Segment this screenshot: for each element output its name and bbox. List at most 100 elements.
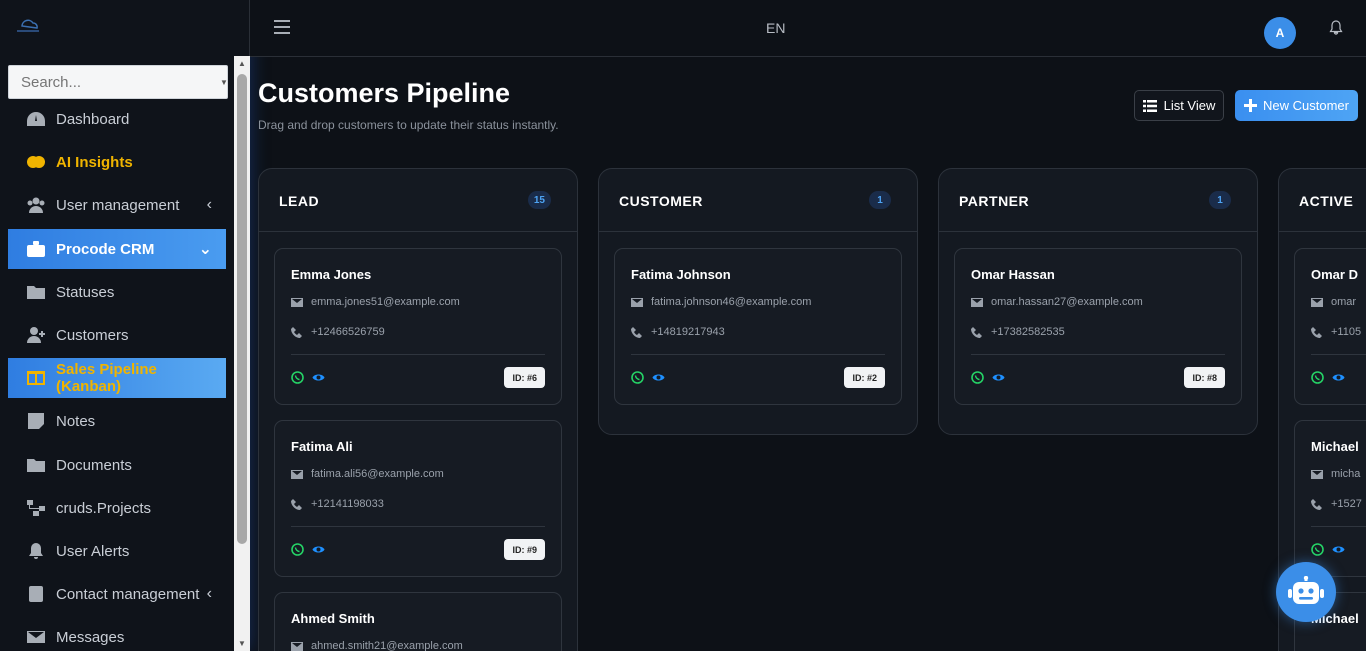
whatsapp-icon[interactable]	[971, 371, 984, 384]
brain-icon	[24, 152, 48, 172]
chevron-left-icon: ‹	[206, 196, 212, 213]
card-actions	[1311, 371, 1345, 384]
customer-name: Fatima Johnson	[631, 267, 731, 282]
column-title: CUSTOMER	[619, 193, 703, 209]
sidebar-item-contact-management[interactable]: Contact management ‹	[8, 574, 226, 614]
envelope-icon	[291, 469, 303, 479]
column-header: PARTNER 1	[939, 169, 1257, 232]
whatsapp-icon[interactable]	[291, 371, 304, 384]
customer-card[interactable]: Ahmed Smith ahmed.smith21@example.com	[274, 592, 562, 651]
sidebar-item-label: Notes	[56, 412, 96, 430]
language-selector[interactable]: EN	[766, 20, 785, 36]
chatbot-button[interactable]	[1276, 562, 1336, 622]
column-header: CUSTOMER 1	[599, 169, 917, 232]
chevron-left-icon: ‹	[206, 585, 212, 602]
sidebar-item-user-management[interactable]: User management ‹	[8, 185, 226, 225]
scroll-down-icon[interactable]: ▼	[238, 639, 246, 648]
sidebar-item-procode-crm[interactable]: Procode CRM ⌄	[8, 229, 226, 269]
card-divider	[631, 354, 885, 355]
customer-id-badge: ID: #9	[504, 539, 545, 560]
customer-email: omar	[1331, 296, 1357, 308]
customer-email-row: ahmed.smith21@example.com	[291, 640, 463, 651]
kanban-column-lead[interactable]: LEAD 15 Emma Jones emma.jones51@example.…	[258, 168, 578, 651]
eye-icon[interactable]	[1332, 371, 1345, 384]
customer-card[interactable]: Michael micha +1527	[1294, 420, 1366, 577]
customer-email: micha	[1331, 468, 1361, 480]
column-count-badge: 1	[869, 191, 891, 209]
new-customer-button[interactable]: New Customer	[1235, 90, 1358, 121]
kanban-column-partner[interactable]: PARTNER 1 Omar Hassan omar.hassan27@exam…	[938, 168, 1258, 435]
whatsapp-icon[interactable]	[291, 543, 304, 556]
sidebar-item-label: Documents	[56, 456, 132, 474]
eye-icon[interactable]	[312, 543, 325, 556]
scrollbar-thumb[interactable]	[237, 74, 247, 544]
envelope-icon	[1311, 297, 1323, 307]
card-actions	[1311, 543, 1345, 556]
kanban-column-customer[interactable]: CUSTOMER 1 Fatima Johnson fatima.johnson…	[598, 168, 918, 435]
card-divider	[291, 526, 545, 527]
customer-phone-row: +12141198033	[291, 498, 384, 510]
user-plus-icon	[24, 325, 48, 345]
phone-icon	[971, 326, 982, 338]
eye-icon[interactable]	[312, 371, 325, 384]
customer-card[interactable]: Fatima Johnson fatima.johnson46@example.…	[614, 248, 902, 405]
sidebar-item-label: Procode CRM	[56, 240, 155, 258]
search-dropdown-icon[interactable]: ▼	[220, 78, 228, 87]
sidebar-item-customers[interactable]: Customers	[8, 315, 226, 355]
chevron-down-icon: ⌄	[198, 241, 212, 258]
sidebar-item-label: Statuses	[56, 283, 115, 301]
customer-id-badge: ID: #8	[1184, 367, 1225, 388]
avatar[interactable]: A	[1264, 17, 1296, 49]
list-view-label: List View	[1163, 98, 1216, 113]
customer-name: Fatima Ali	[291, 439, 353, 454]
card-actions	[631, 371, 665, 384]
hamburger-menu-icon[interactable]	[274, 20, 290, 34]
envelope-icon	[291, 641, 303, 651]
sitemap-icon	[24, 498, 48, 518]
folder-icon	[24, 282, 48, 302]
sidebar-item-statuses[interactable]: Statuses	[8, 272, 226, 312]
sidebar-item-notes[interactable]: Notes	[8, 401, 226, 441]
customer-card[interactable]: Omar Hassan omar.hassan27@example.com +1…	[954, 248, 1242, 405]
sidebar-item-projects[interactable]: cruds.Projects	[8, 488, 226, 528]
sidebar-item-sales-pipeline[interactable]: Sales Pipeline (Kanban)	[8, 358, 226, 398]
sidebar-item-label: Messages	[56, 628, 125, 646]
contact-book-icon	[24, 584, 48, 604]
eye-icon[interactable]	[992, 371, 1005, 384]
phone-icon	[631, 326, 642, 338]
eye-icon[interactable]	[1332, 543, 1345, 556]
scroll-up-icon[interactable]: ▲	[238, 59, 246, 68]
customer-name: Omar Hassan	[971, 267, 1055, 282]
customer-card[interactable]: Emma Jones emma.jones51@example.com +124…	[274, 248, 562, 405]
sidebar-item-label: Contact management	[56, 585, 200, 603]
cloud-logo-icon[interactable]	[14, 14, 42, 36]
eye-icon[interactable]	[652, 371, 665, 384]
envelope-icon	[631, 297, 643, 307]
bell-icon[interactable]	[1328, 20, 1344, 36]
whatsapp-icon[interactable]	[1311, 543, 1324, 556]
search-input[interactable]	[8, 65, 228, 99]
sidebar-item-user-alerts[interactable]: User Alerts	[8, 531, 226, 571]
sidebar-item-dashboard[interactable]: Dashboard	[8, 99, 226, 139]
customer-card[interactable]: Omar D omar +1105	[1294, 248, 1366, 405]
whatsapp-icon[interactable]	[631, 371, 644, 384]
column-count-badge: 15	[527, 191, 551, 209]
customer-email-row: omar.hassan27@example.com	[971, 296, 1143, 308]
customer-name: Ahmed Smith	[291, 611, 375, 626]
page-title: Customers Pipeline	[258, 78, 511, 108]
sidebar-item-documents[interactable]: Documents	[8, 445, 226, 485]
customer-phone-row: +14819217943	[631, 326, 725, 338]
robot-icon	[1288, 576, 1324, 604]
sidebar-item-label: cruds.Projects	[56, 499, 152, 517]
sidebar-item-messages[interactable]: Messages	[8, 617, 226, 651]
sidebar-item-ai-insights[interactable]: AI Insights	[8, 142, 226, 182]
column-header: LEAD 15	[259, 169, 577, 232]
whatsapp-icon[interactable]	[1311, 371, 1324, 384]
phone-icon	[1311, 498, 1322, 510]
list-view-button[interactable]: List View	[1134, 90, 1224, 121]
customer-phone: +12466526759	[311, 326, 385, 338]
phone-icon	[1311, 326, 1322, 338]
sidebar-scrollbar[interactable]: ▲ ▼	[234, 56, 250, 651]
customer-card[interactable]: Fatima Ali fatima.ali56@example.com +121…	[274, 420, 562, 577]
column-title: PARTNER	[959, 193, 1030, 209]
